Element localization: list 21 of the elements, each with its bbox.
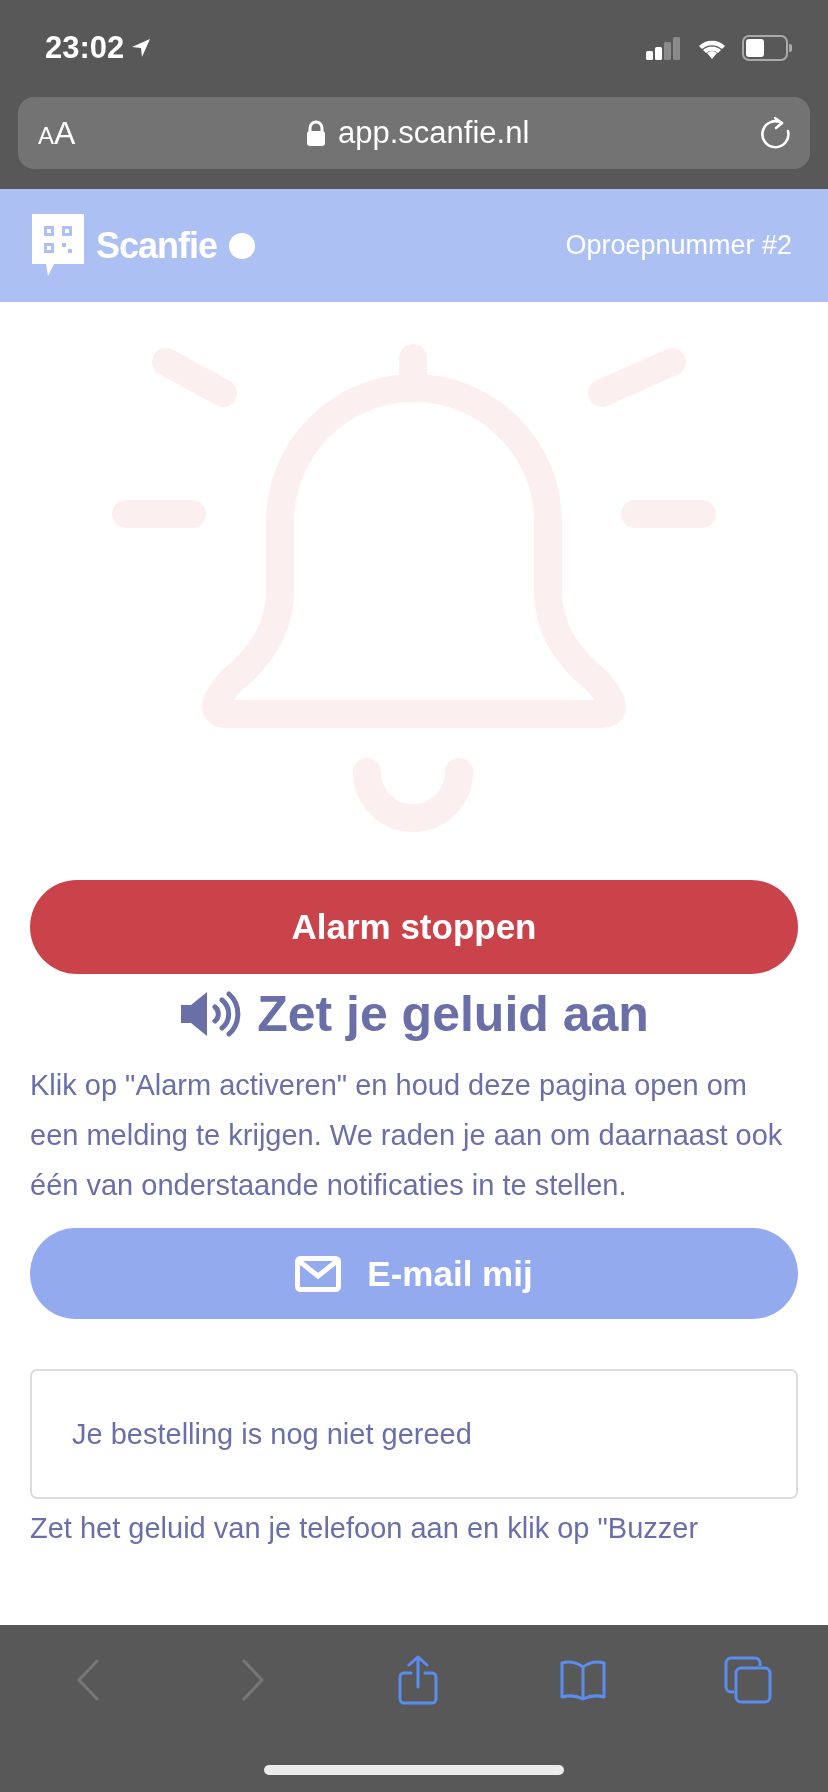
- stop-alarm-button[interactable]: Alarm stoppen: [30, 880, 798, 974]
- brand-name: Scanfie: [96, 224, 218, 267]
- lock-icon: [306, 120, 326, 146]
- tabs-icon[interactable]: [724, 1656, 772, 1704]
- location-arrow-icon: [130, 36, 153, 59]
- instructions-paragraph: Zet het geluid van je telefoon aan en klik op "Buzzer: [30, 1511, 700, 1546]
- sound-heading: Zet je geluid aan: [257, 985, 649, 1043]
- intro-paragraph: Klik op "Alarm activeren" en houd deze pagina open om een melding te krijgen. We raden je aan om daarnaast ook één van onderstaande notificaties in te stellen.: [30, 1068, 784, 1203]
- url-text[interactable]: app.scanfie.nl: [338, 115, 530, 151]
- status-time: 23:02: [45, 29, 125, 66]
- envelope-icon: [295, 1255, 342, 1292]
- text-size-button[interactable]: AA: [38, 114, 76, 152]
- share-icon[interactable]: [398, 1655, 438, 1705]
- battery-icon: [742, 34, 792, 61]
- signal-icon: [646, 35, 682, 60]
- order-status-text: Je bestelling is nog niet gereed: [72, 1417, 472, 1451]
- dot-icon: [229, 232, 256, 259]
- reload-icon[interactable]: [760, 116, 792, 150]
- qr-chat-logo-icon: [32, 213, 84, 278]
- call-number: Oproepnummer #2: [565, 230, 792, 261]
- book-icon[interactable]: [560, 1659, 606, 1701]
